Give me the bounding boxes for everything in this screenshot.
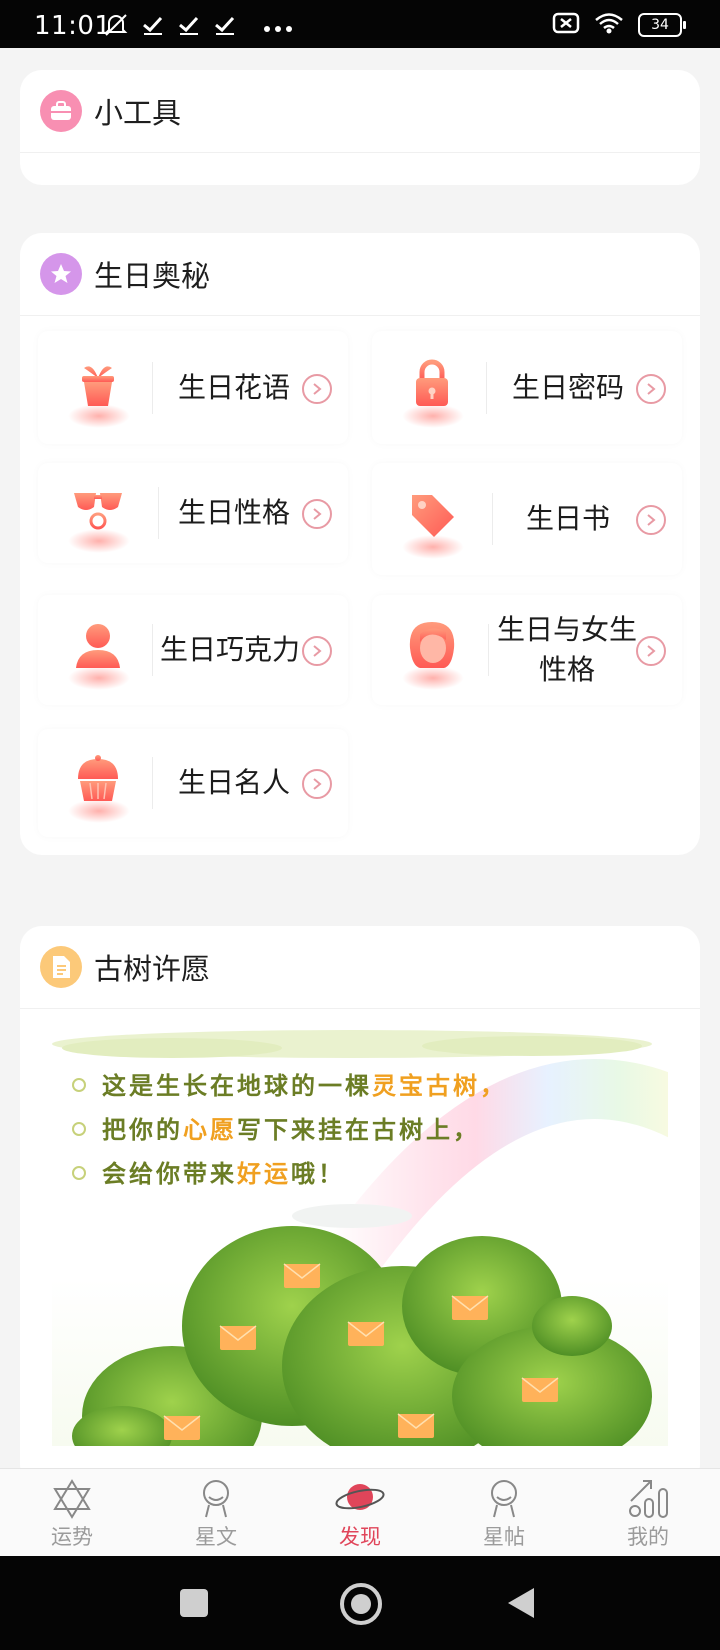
astronaut-icon [195, 1477, 237, 1519]
wish-tree-card: 古树许愿 这是生长在地球的一棵灵宝古树， 把你的心愿写下来挂在古树上， 会给你带… [20, 926, 700, 1468]
flower-pot-icon [72, 358, 124, 410]
tile-label: 生日书 [525, 502, 610, 535]
battery-icon: 34 [638, 13, 686, 37]
cupcake-icon [72, 753, 124, 805]
briefcase-icon [40, 90, 82, 132]
tab-star-posts[interactable]: 星帖 [432, 1469, 576, 1557]
birthday-card: 生日奥秘 生日花语 生日密码 生日性格 生日书 生日巧克力 生日与女生性格 生日… [20, 233, 700, 855]
tile-birthday-chocolate[interactable]: 生日巧克力 [38, 595, 348, 705]
tile-birthday-celebrity[interactable]: 生日名人 [38, 729, 348, 837]
bottom-tab-bar: 运势 星文 发现 星帖 我的 [0, 1468, 720, 1557]
astronaut-icon [483, 1477, 525, 1519]
chevron-right-icon [302, 499, 332, 529]
chart-arrow-icon [627, 1477, 669, 1519]
tile-label: 生日名人 [177, 766, 290, 799]
card-title: 古树许愿 [94, 952, 211, 986]
check-icon [141, 13, 165, 41]
back-button[interactable] [506, 1586, 536, 1624]
chevron-right-icon [636, 636, 666, 666]
no-sim-icon [552, 12, 580, 38]
planet-icon [335, 1477, 385, 1519]
tools-card: 小工具 [20, 70, 700, 185]
card-header: 古树许愿 [20, 926, 700, 1009]
chevron-right-icon [302, 769, 332, 799]
star-icon [40, 253, 82, 295]
tile-label: 生日巧克力 [159, 633, 300, 666]
tile-label: 生日与女生性格 [496, 613, 637, 686]
tile-birthday-code[interactable]: 生日密码 [372, 331, 682, 444]
document-icon [40, 946, 82, 988]
tile-label: 生日密码 [511, 370, 624, 404]
muted-bell-icon [103, 12, 129, 42]
glasses-icon [72, 483, 124, 535]
tile-birthday-girl-personality[interactable]: 生日与女生性格 [372, 595, 682, 705]
chevron-right-icon [636, 505, 666, 535]
card-header: 生日奥秘 [20, 233, 700, 316]
wish-text-line: 会给你带来好运哦！ [102, 1159, 345, 1188]
recent-apps-button[interactable] [180, 1589, 208, 1617]
card-title: 小工具 [94, 96, 182, 130]
tab-mine[interactable]: 我的 [576, 1469, 720, 1557]
card-header: 小工具 [20, 70, 700, 153]
wish-text-line: 这是生长在地球的一棵灵宝古树， [102, 1071, 507, 1100]
person-icon [72, 620, 124, 672]
tab-discover[interactable]: 发现 [288, 1469, 432, 1557]
check-icon [177, 13, 201, 41]
system-navigation-bar [0, 1556, 720, 1650]
status-bar: 11:01 34 [0, 0, 720, 48]
girl-icon [406, 620, 458, 672]
wish-text-line: 把你的心愿写下来挂在古树上， [102, 1115, 480, 1144]
tile-label: 生日花语 [177, 370, 290, 404]
tile-birthday-personality[interactable]: 生日性格 [38, 463, 348, 563]
check-icon [213, 13, 237, 41]
tab-fortune[interactable]: 运势 [0, 1469, 144, 1557]
hexagram-icon [51, 1477, 93, 1519]
padlock-icon [406, 358, 458, 410]
tag-icon [406, 489, 458, 541]
tab-star-articles[interactable]: 星文 [144, 1469, 288, 1557]
discover-content[interactable]: 小工具 生日奥秘 生日花语 生日密码 生日性格 生日书 生日巧克力 生日与女生性… [0, 48, 720, 1468]
wifi-icon [594, 12, 624, 38]
chevron-right-icon [302, 373, 332, 404]
status-time: 11:01 [34, 11, 112, 41]
more-dots-icon [263, 18, 293, 37]
home-button[interactable] [340, 1583, 382, 1625]
chevron-right-icon [302, 636, 332, 666]
chevron-right-icon [636, 373, 666, 404]
tile-birthday-flower[interactable]: 生日花语 [38, 331, 348, 444]
tile-label: 生日性格 [177, 496, 290, 529]
wish-tree-banner[interactable]: 这是生长在地球的一棵灵宝古树， 把你的心愿写下来挂在古树上， 会给你带来好运哦！ [52, 1026, 668, 1446]
tile-birthday-book[interactable]: 生日书 [372, 463, 682, 575]
card-title: 生日奥秘 [94, 259, 211, 293]
